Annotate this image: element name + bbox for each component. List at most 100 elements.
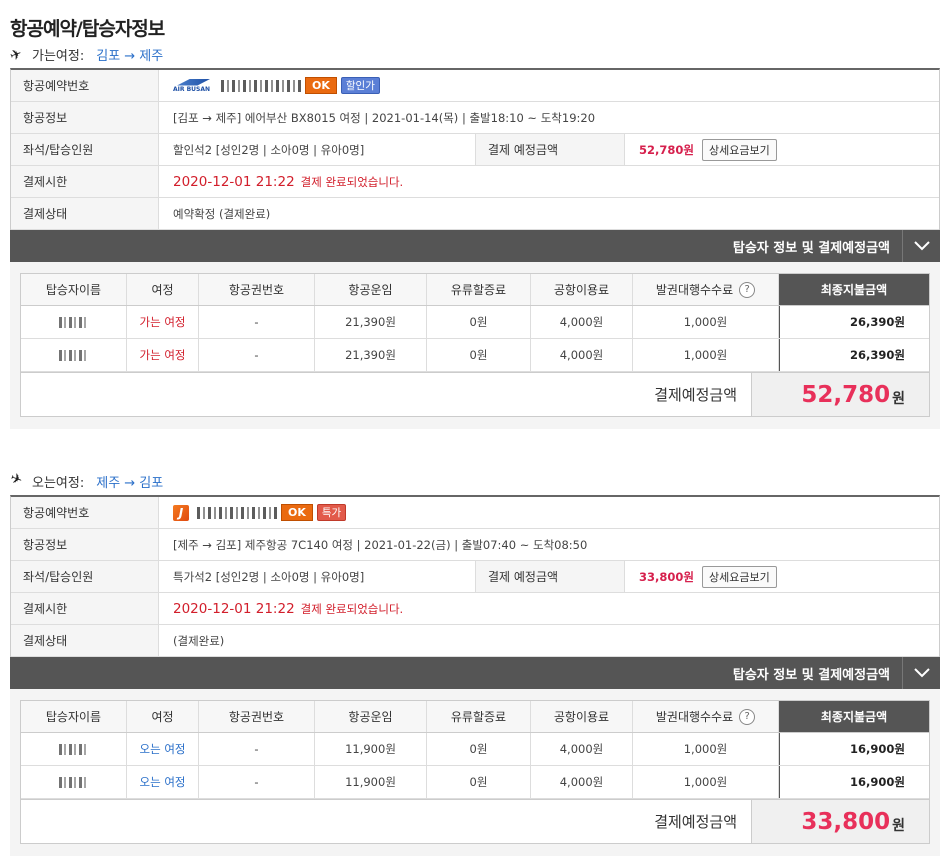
leg-route: 제주 → 김포 [96,475,164,491]
flight-info-row: 항공정보 [제주 → 김포] 제주항공 7C140 여정 | 2021-01-2… [11,529,939,561]
leg-header: ✈ 가는여정: 김포 → 제주 [7,40,940,68]
passenger-name-masked [21,766,127,798]
trip-link[interactable]: 가는 여정 [127,306,199,338]
seat-row: 좌석/탑승인원 할인석2 [성인2명 | 소아0명 | 유아0명] 결제 예정금… [11,134,939,166]
col-header: 공항이용료 [531,274,633,305]
table-row: 가는 여정 - 21,390원 0원 4,000원 1,000원 26,390원 [21,339,929,372]
fare-detail-button[interactable]: 상세요금보기 [701,565,777,588]
expected-amount-value: 33,800원 [639,569,694,584]
table-row: 오는 여정 - 11,900원 0원 4,000원 1,000원 16,900원 [21,733,929,766]
status-row: 결제상태 (결제완료) [11,625,939,657]
fuel-surcharge: 0원 [427,733,531,765]
col-header: 공항이용료 [531,701,633,732]
flight-info-row: 항공정보 [김포 → 제주] 에어부산 BX8015 여정 | 2021-01-… [11,102,939,134]
passenger-table: 탑승자이름 여정 항공권번호 항공운임 유류할증료 공항이용료 발권대행수수료?… [20,700,930,844]
airplane-takeoff-icon: ✈ [7,45,25,65]
booking-number-masked [197,506,277,519]
col-header: 여정 [127,701,199,732]
expected-amount-label: 결제 예정금액 [475,134,625,165]
leg-direction-label: 가는여정: [32,48,85,64]
deadline-value: 2020-12-01 21:22 결제 완료되었습니다. [159,593,939,624]
passenger-name-masked [21,339,127,371]
seat-row: 좌석/탑승인원 특가석2 [성인2명 | 소아0명 | 유아0명] 결제 예정금… [11,561,939,593]
seat-label: 좌석/탑승인원 [11,561,159,592]
deadline-time: 2020-12-01 21:22 [173,173,295,190]
deadline-label: 결제시한 [11,593,159,624]
fuel-surcharge: 0원 [427,766,531,798]
col-header: 항공운임 [315,701,427,732]
chevron-down-icon[interactable] [902,230,940,262]
fare: 21,390원 [315,339,427,371]
seat-value: 특가석2 [성인2명 | 소아0명 | 유아0명] [173,569,365,584]
trip-link[interactable]: 오는 여정 [127,766,199,798]
question-icon[interactable]: ? [739,281,756,298]
ticket-number: - [199,306,315,338]
passenger-info-bar[interactable]: 탑승자 정보 및 결제예정금액 [10,230,940,262]
departure-leg: ✈ 가는여정: 김포 → 제주 항공예약번호 AIR BUSAN OK 할인가 … [7,40,940,429]
fare-detail-button[interactable]: 상세요금보기 [701,138,777,161]
total-unit: 원 [892,817,905,834]
fuel-surcharge: 0원 [427,306,531,338]
deadline-value: 2020-12-01 21:22 결제 완료되었습니다. [159,166,939,197]
col-header: 탑승자이름 [21,274,127,305]
booking-number-value: AIR BUSAN OK 할인가 [159,70,939,101]
ok-badge: OK [305,77,337,94]
total-amount: 33,800 [801,808,891,835]
col-header: 항공권번호 [199,274,315,305]
status-row: 결제상태 예약확정 (결제완료) [11,198,939,230]
airport-fee: 4,000원 [531,766,633,798]
total-unit: 원 [892,390,905,407]
expected-amount-cell: 33,800원 상세요금보기 [625,561,939,592]
final-amount: 26,390원 [779,306,929,338]
trip-link[interactable]: 오는 여정 [127,733,199,765]
chevron-down-icon[interactable] [902,657,940,689]
status-value: (결제완료) [173,633,225,648]
passenger-section: 탑승자이름 여정 항공권번호 항공운임 유류할증료 공항이용료 발권대행수수료?… [10,262,940,429]
flight-info-value: [김포 → 제주] 에어부산 BX8015 여정 | 2021-01-14(목)… [173,110,596,125]
ticketing-fee: 1,000원 [633,766,779,798]
col-header-fee: 발권대행수수료? [633,701,779,732]
deadline-time: 2020-12-01 21:22 [173,600,295,617]
passenger-info-bar-label: 탑승자 정보 및 결제예정금액 [732,667,890,683]
ticketing-fee: 1,000원 [633,733,779,765]
expected-amount-cell: 52,780원 상세요금보기 [625,134,939,165]
ticket-number: - [199,339,315,371]
table-row: 오는 여정 - 11,900원 0원 4,000원 1,000원 16,900원 [21,766,929,799]
seat-label: 좌석/탑승인원 [11,134,159,165]
passenger-table-header: 탑승자이름 여정 항공권번호 항공운임 유류할증료 공항이용료 발권대행수수료?… [21,701,929,733]
passenger-name-masked [21,306,127,338]
leg-direction-label: 오는여정: [32,475,85,491]
deadline-message: 결제 완료되었습니다. [300,601,404,616]
fare-type-badge: 특가 [316,504,347,521]
airport-fee: 4,000원 [531,733,633,765]
trip-link[interactable]: 가는 여정 [127,339,199,371]
fare: 11,900원 [315,733,427,765]
booking-number-label: 항공예약번호 [11,70,159,101]
status-label: 결제상태 [11,625,159,656]
return-leg: ✈ 오는여정: 제주 → 김포 항공예약번호 J OK 특가 항공정보 [제주 … [8,467,940,856]
final-amount: 16,900원 [779,766,929,798]
fare: 11,900원 [315,766,427,798]
booking-number-row: 항공예약번호 AIR BUSAN OK 할인가 [11,70,939,102]
passenger-name-masked [21,733,127,765]
total-value: 33,800 원 [751,800,929,843]
booking-number-label: 항공예약번호 [11,497,159,528]
flight-info-table: 항공예약번호 AIR BUSAN OK 할인가 항공정보 [김포 → 제주] 에… [10,68,940,230]
total-row: 결제예정금액 52,780 원 [21,372,929,416]
passenger-info-bar[interactable]: 탑승자 정보 및 결제예정금액 [10,657,940,689]
booking-number-value: J OK 특가 [159,497,939,528]
total-value: 52,780 원 [751,373,929,416]
passenger-section: 탑승자이름 여정 항공권번호 항공운임 유류할증료 공항이용료 발권대행수수료?… [10,689,940,856]
total-label: 결제예정금액 [654,813,737,831]
col-header: 탑승자이름 [21,701,127,732]
ticketing-fee: 1,000원 [633,339,779,371]
ticket-number: - [199,766,315,798]
question-icon[interactable]: ? [739,708,756,725]
leg-route: 김포 → 제주 [96,48,164,64]
col-header: 여정 [127,274,199,305]
deadline-row: 결제시한 2020-12-01 21:22 결제 완료되었습니다. [11,166,939,198]
fuel-surcharge: 0원 [427,339,531,371]
col-header-fee: 발권대행수수료? [633,274,779,305]
flight-info-table: 항공예약번호 J OK 특가 항공정보 [제주 → 김포] 제주항공 7C140… [10,495,940,657]
passenger-info-bar-label: 탑승자 정보 및 결제예정금액 [732,240,890,256]
